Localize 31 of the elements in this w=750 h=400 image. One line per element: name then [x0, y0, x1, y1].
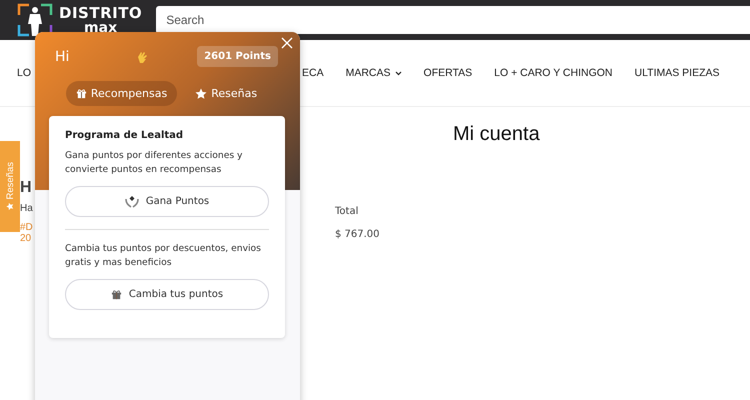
nav-link[interactable]: MARCAS — [346, 67, 402, 79]
points-badge: 2601 Points — [197, 46, 278, 67]
nav-link[interactable]: ULTIMAS PIEZAS — [634, 67, 720, 79]
gift-icon — [110, 289, 122, 300]
description-text: Cambia tus puntos por descuentos, envios gratis y mas beneficios — [65, 242, 262, 270]
logo-text: DISTRITO — [59, 6, 142, 20]
close-icon[interactable] — [280, 36, 294, 50]
label-text: Ha — [20, 203, 33, 214]
heading-text: H — [20, 179, 32, 197]
column-header: Total — [335, 206, 360, 217]
logo-icon — [17, 3, 53, 37]
redeem-points-button[interactable]: Cambia tus puntos — [65, 279, 269, 310]
logo-subtext: max — [84, 20, 118, 34]
nav-link[interactable]: OFERTAS — [424, 67, 472, 79]
hands-coin-icon — [124, 196, 139, 208]
panel-tab[interactable]: Recompensas — [66, 81, 178, 106]
star-icon — [195, 88, 208, 100]
greeting-text: Hi — [55, 48, 70, 64]
star-icon — [6, 202, 14, 211]
gift-icon — [76, 88, 87, 99]
nav-link[interactable]: ECA — [302, 67, 324, 79]
description-text: Gana puntos por diferentes acciones y convierte puntos en recompensas — [65, 149, 244, 177]
nav-link[interactable]: LO — [17, 67, 32, 79]
panel-tab[interactable]: Reseñas — [185, 81, 268, 106]
page-title: Mi cuenta — [453, 123, 541, 146]
search-field[interactable]: Search — [156, 6, 750, 34]
card-title: Programa de Lealtad — [65, 130, 184, 141]
waving-hand-icon — [135, 50, 150, 64]
table-cell-text: $ 767.00 — [335, 229, 381, 240]
nav-link[interactable]: LO + CARO Y CHINGON — [494, 67, 613, 79]
earn-points-button[interactable]: Gana Puntos — [65, 186, 269, 217]
